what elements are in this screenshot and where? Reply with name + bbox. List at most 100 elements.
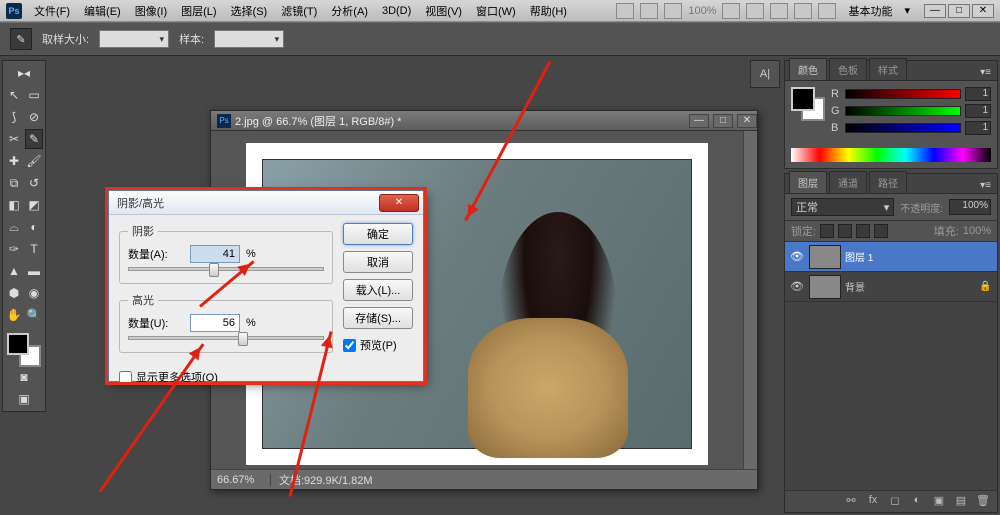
zoom-tool-icon[interactable] xyxy=(746,3,764,19)
lasso-tool-icon[interactable]: ⟆ xyxy=(5,107,23,127)
window-maximize-icon[interactable]: □ xyxy=(948,4,970,18)
rotate-view-icon[interactable] xyxy=(770,3,788,19)
3d-tool-icon[interactable]: ⬢ xyxy=(5,283,23,303)
menu-edit[interactable]: 编辑(E) xyxy=(78,1,127,21)
sample-select[interactable]: 所有图层 xyxy=(214,30,284,48)
highlights-amount-input[interactable] xyxy=(190,314,240,332)
r-slider[interactable] xyxy=(845,89,961,99)
eyedropper-tool-icon[interactable]: ✎ xyxy=(25,129,43,149)
color-swatch-group[interactable] xyxy=(791,87,825,121)
shape-tool-icon[interactable]: ▬ xyxy=(25,261,43,281)
workspace-switcher[interactable]: 基本功能 xyxy=(842,1,898,21)
window-minimize-icon[interactable]: — xyxy=(924,4,946,18)
menu-window[interactable]: 窗口(W) xyxy=(470,1,522,21)
zoom-tool-icon[interactable]: 🔍 xyxy=(25,305,43,325)
menu-analysis[interactable]: 分析(A) xyxy=(325,1,374,21)
save-button[interactable]: 存储(S)... xyxy=(343,307,413,329)
fill-input[interactable]: 100% xyxy=(963,225,991,237)
group-icon[interactable]: ▣ xyxy=(931,494,947,510)
lock-image-icon[interactable] xyxy=(838,224,852,238)
layer-mask-icon[interactable]: ◻ xyxy=(887,494,903,510)
highlights-amount-slider[interactable] xyxy=(128,336,324,340)
lock-all-icon[interactable] xyxy=(874,224,888,238)
layers-tab[interactable]: 图层 xyxy=(789,171,827,193)
crop-tool-icon[interactable]: ✂ xyxy=(5,129,23,149)
layer-name[interactable]: 背景 xyxy=(845,279,975,294)
new-layer-icon[interactable]: ▤ xyxy=(953,494,969,510)
swatches-tab[interactable]: 色板 xyxy=(829,58,867,80)
g-slider[interactable] xyxy=(845,106,961,116)
3d-camera-tool-icon[interactable]: ◉ xyxy=(25,283,43,303)
b-slider[interactable] xyxy=(845,123,961,133)
hand-tool-icon[interactable] xyxy=(722,3,740,19)
toolbox-handle-icon[interactable]: ▸◂ xyxy=(5,63,43,83)
fg-swatch[interactable] xyxy=(791,87,815,111)
link-layers-icon[interactable]: ⚯ xyxy=(843,494,859,510)
layer-row[interactable]: 👁 背景 🔒 xyxy=(785,272,997,302)
g-value[interactable]: 1 xyxy=(965,104,991,118)
brush-tool-icon[interactable]: 🖌 xyxy=(25,151,43,171)
lock-position-icon[interactable] xyxy=(856,224,870,238)
menu-layer[interactable]: 图层(L) xyxy=(175,1,222,21)
path-select-tool-icon[interactable]: ▲ xyxy=(5,261,23,281)
screenmode-icon[interactable]: ▣ xyxy=(5,389,43,409)
pen-tool-icon[interactable]: ✑ xyxy=(5,239,23,259)
zoom-readout[interactable]: 66.67% xyxy=(211,474,271,486)
doc-close-icon[interactable]: ✕ xyxy=(737,114,757,128)
type-tool-icon[interactable]: T xyxy=(25,239,43,259)
blur-tool-icon[interactable]: ⌓ xyxy=(5,217,23,237)
visibility-icon[interactable]: 👁 xyxy=(789,280,805,293)
r-value[interactable]: 1 xyxy=(965,87,991,101)
paths-tab[interactable]: 路径 xyxy=(869,171,907,193)
lock-transparent-icon[interactable] xyxy=(820,224,834,238)
channels-tab[interactable]: 通道 xyxy=(829,171,867,193)
workspace-chevron-icon[interactable]: ▾ xyxy=(904,4,910,17)
menu-help[interactable]: 帮助(H) xyxy=(524,1,573,21)
more-options-checkbox[interactable] xyxy=(119,371,132,384)
dialog-titlebar[interactable]: 阴影/高光 ✕ xyxy=(109,191,423,215)
window-close-icon[interactable]: ✕ xyxy=(972,4,994,18)
shadows-amount-input[interactable] xyxy=(190,245,240,263)
quick-select-tool-icon[interactable]: ⊘ xyxy=(25,107,43,127)
b-value[interactable]: 1 xyxy=(965,121,991,135)
doc-info[interactable]: 文档:929.9K/1.82M xyxy=(271,472,373,488)
gradient-tool-icon[interactable]: ◩ xyxy=(25,195,43,215)
heal-tool-icon[interactable]: ✚ xyxy=(5,151,23,171)
launch-minibridge-icon[interactable] xyxy=(640,3,658,19)
quickmask-icon[interactable]: ◙ xyxy=(5,367,43,387)
dialog-close-icon[interactable]: ✕ xyxy=(379,194,419,212)
current-tool-eyedropper-icon[interactable]: ✎ xyxy=(10,28,32,50)
visibility-icon[interactable]: 👁 xyxy=(789,250,805,263)
marquee-tool-icon[interactable]: ▭ xyxy=(25,85,43,105)
cancel-button[interactable]: 取消 xyxy=(343,251,413,273)
menu-3d[interactable]: 3D(D) xyxy=(376,3,417,19)
shadows-amount-slider[interactable] xyxy=(128,267,324,271)
doc-maximize-icon[interactable]: □ xyxy=(713,114,733,128)
arrange-docs-icon[interactable] xyxy=(794,3,812,19)
ok-button[interactable]: 确定 xyxy=(343,223,413,245)
styles-tab[interactable]: 样式 xyxy=(869,58,907,80)
menu-file[interactable]: 文件(F) xyxy=(28,1,76,21)
menu-select[interactable]: 选择(S) xyxy=(225,1,274,21)
launch-bridge-icon[interactable] xyxy=(616,3,634,19)
hand-tool-icon[interactable]: ✋ xyxy=(5,305,23,325)
delete-layer-icon[interactable]: 🗑 xyxy=(975,494,991,510)
blend-mode-select[interactable]: 正常▾ xyxy=(791,198,894,216)
panel-menu-icon[interactable]: ▾≡ xyxy=(974,178,997,193)
adjustment-layer-icon[interactable]: ◐ xyxy=(909,494,925,510)
move-tool-icon[interactable]: ↖ xyxy=(5,85,23,105)
document-titlebar[interactable]: Ps 2.jpg @ 66.7% (图层 1, RGB/8#) * — □ ✕ xyxy=(211,111,757,131)
color-tab[interactable]: 颜色 xyxy=(789,58,827,80)
vertical-scrollbar[interactable] xyxy=(743,131,757,469)
color-ramp[interactable] xyxy=(791,148,991,162)
layer-name[interactable]: 图层 1 xyxy=(845,249,993,264)
stamp-tool-icon[interactable]: ⧉ xyxy=(5,173,23,193)
menu-view[interactable]: 视图(V) xyxy=(419,1,468,21)
layer-row[interactable]: 👁 图层 1 xyxy=(785,242,997,272)
opacity-input[interactable]: 100% xyxy=(949,199,991,215)
layer-thumb[interactable] xyxy=(809,275,841,299)
screen-mode-icon[interactable] xyxy=(818,3,836,19)
load-button[interactable]: 载入(L)... xyxy=(343,279,413,301)
foreground-swatch[interactable] xyxy=(7,333,29,355)
layer-style-icon[interactable]: fx xyxy=(865,494,881,510)
